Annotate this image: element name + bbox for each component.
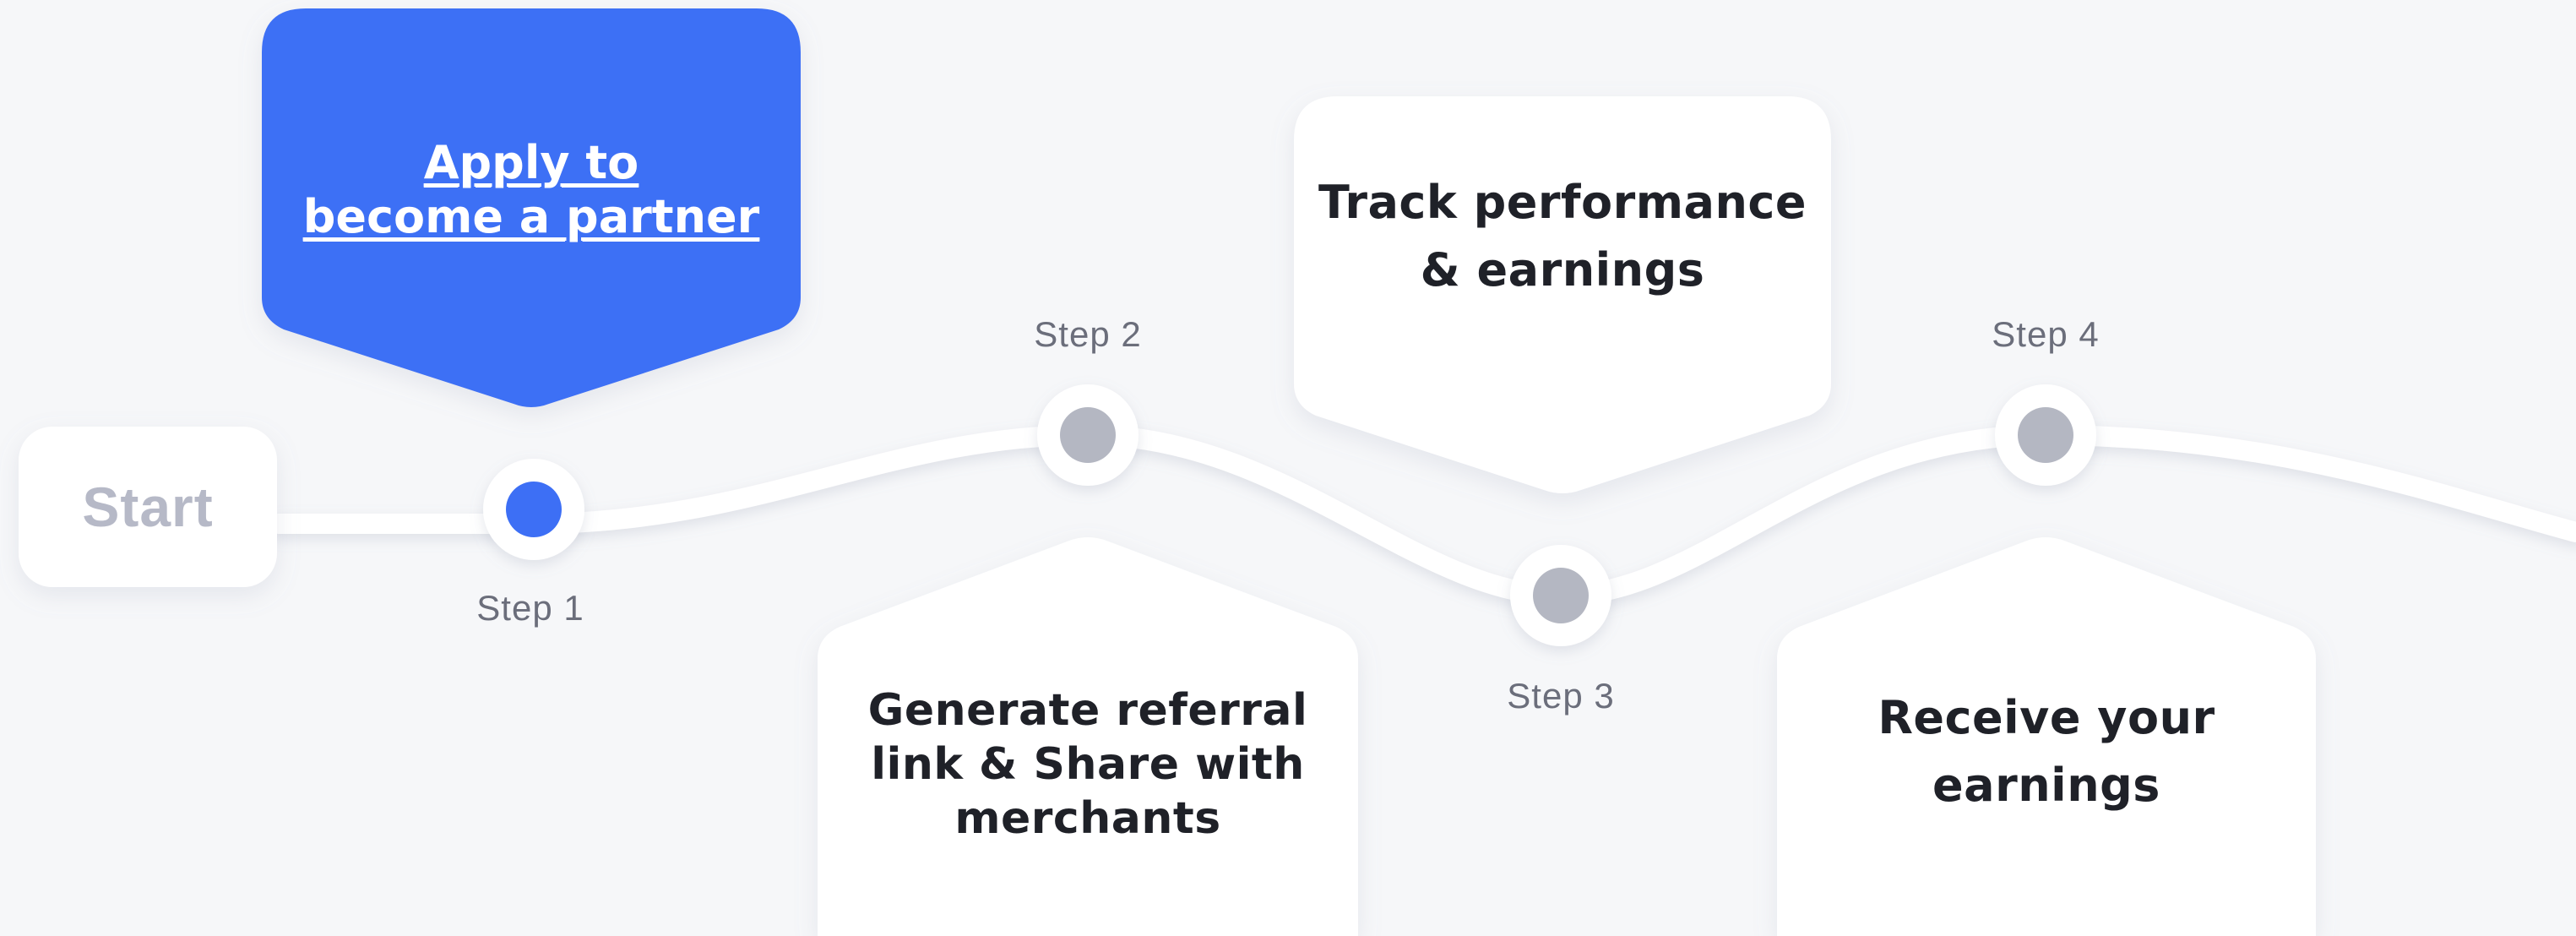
step4-node[interactable] [1995,384,2096,486]
step3-line-1: Track performance [1318,176,1807,229]
step4-line-1: Receive your [1878,691,2215,744]
apply-link-line-2: become a partner [302,190,760,243]
step1-label: Step 1 [476,588,584,628]
step2-node[interactable] [1037,384,1139,486]
step4-label: Step 4 [1992,314,2100,354]
step3-node[interactable] [1510,545,1611,646]
apply-link-line-1: Apply to [423,136,639,189]
step3-card-text: Track performance & earnings [1301,169,1824,304]
step3-label: Step 3 [1507,676,1615,716]
step2-card-text: Generate referral link & Share with merc… [828,676,1348,853]
step2-line-1: Generate referral [867,685,1308,736]
start-label: Start [82,476,214,538]
step2-label: Step 2 [1034,314,1142,354]
step2-line-2: link & Share with [871,739,1305,790]
step3-node-dot [1533,568,1589,623]
step4-node-dot [2018,407,2073,463]
timeline-path [269,424,2576,607]
step1-node-dot [506,482,562,537]
step2-node-dot [1060,407,1116,463]
step3-line-2: & earnings [1420,243,1705,297]
step1-node[interactable] [483,459,584,560]
step2-line-3: merchants [954,793,1221,844]
step4-card-text: Receive your earnings [1787,684,2306,819]
apply-partner-link[interactable]: Apply to become a partner [262,127,801,253]
step4-line-2: earnings [1932,759,2160,812]
